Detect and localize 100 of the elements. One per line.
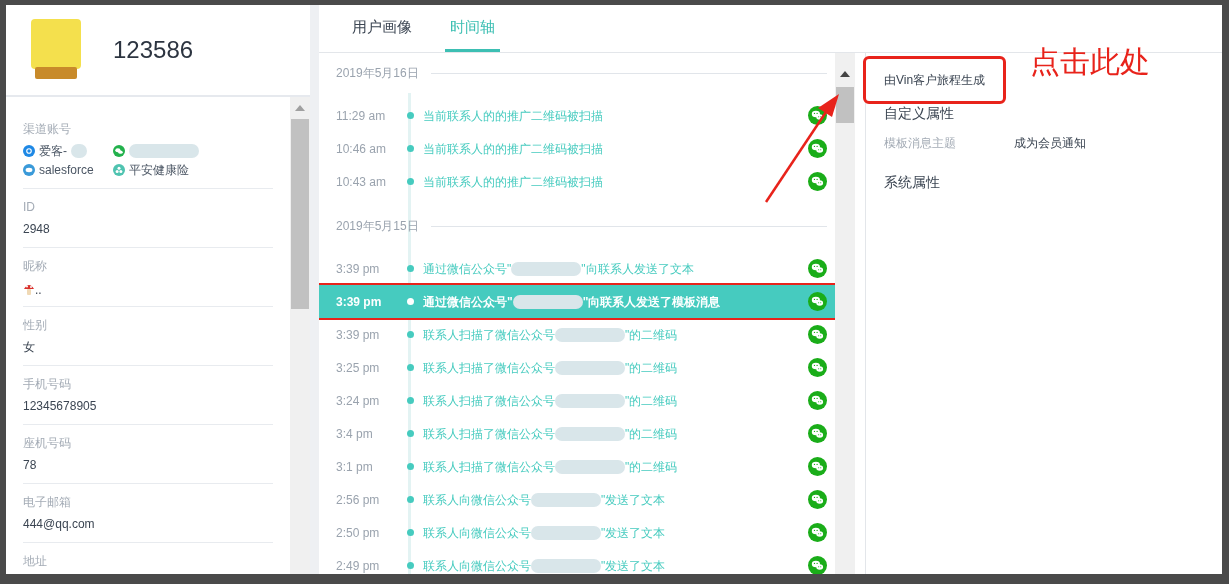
redaction-blur bbox=[531, 492, 601, 507]
event-time: 3:1 pm bbox=[336, 458, 374, 476]
channel-name: salesforce bbox=[39, 162, 94, 179]
chat-bubbles-icon bbox=[808, 292, 827, 311]
date-heading: 2019年5月16日 bbox=[336, 65, 419, 82]
event-text: 当前联系人的的推广二维码被扫描 bbox=[423, 107, 603, 125]
field-label: ID bbox=[23, 199, 36, 215]
redaction-blur bbox=[511, 261, 582, 276]
chat-bubbles-icon bbox=[113, 145, 125, 157]
timeline-event[interactable]: 2:49 pm 联系人向微信公众号 "发送了文本 bbox=[319, 549, 835, 574]
event-time: 2:50 pm bbox=[336, 524, 381, 542]
annotation-text: 点击此处 bbox=[1030, 44, 1150, 80]
channel-name: 爱客- bbox=[39, 143, 67, 160]
tab[interactable]: 时间轴 bbox=[445, 5, 500, 52]
field-value: 2948 bbox=[23, 221, 51, 237]
event-time: 3:39 pm bbox=[336, 260, 381, 278]
event-text: 通过微信公众号" bbox=[423, 293, 513, 311]
chat-icon bbox=[23, 164, 35, 176]
tab[interactable]: 用户画像 bbox=[347, 5, 417, 52]
chat-bubbles-icon bbox=[808, 490, 827, 509]
field-label: 昵称 bbox=[23, 258, 48, 274]
event-time: 3:39 pm bbox=[336, 326, 381, 344]
redaction-blur bbox=[555, 459, 625, 474]
event-text: "的二维码 bbox=[625, 359, 678, 377]
scrollbar-thumb[interactable] bbox=[291, 119, 309, 309]
event-text: 联系人向微信公众号 bbox=[423, 557, 531, 574]
event-time: 2:56 pm bbox=[336, 491, 381, 509]
timeline-event[interactable]: 3:39 pm 通过微信公众号" "向联系人发送了文本 bbox=[319, 252, 835, 285]
timeline-event[interactable]: 3:39 pm 通过微信公众号" "向联系人发送了模板消息 bbox=[319, 285, 835, 318]
event-text: 联系人扫描了微信公众号 bbox=[423, 458, 555, 476]
event-text: 联系人扫描了微信公众号 bbox=[423, 425, 555, 443]
timeline-event[interactable]: 2:50 pm 联系人向微信公众号 "发送了文本 bbox=[319, 516, 835, 549]
event-time: 3:24 pm bbox=[336, 392, 381, 410]
event-text: 联系人扫描了微信公众号 bbox=[423, 392, 555, 410]
timeline-event[interactable]: 3:1 pm 联系人扫描了微信公众号 "的二维码 bbox=[319, 450, 835, 483]
chat-bubbles-icon bbox=[808, 172, 827, 191]
chat-bubbles-icon bbox=[808, 424, 827, 443]
source-label: 由Vin客户旅程生成 bbox=[866, 59, 1004, 101]
event-text: "的二维码 bbox=[625, 326, 678, 344]
event-text: 联系人向微信公众号 bbox=[423, 491, 531, 509]
redaction-blur bbox=[531, 525, 601, 540]
event-text: 当前联系人的的推广二维码被扫描 bbox=[423, 173, 603, 191]
chat-bubbles-icon bbox=[808, 523, 827, 542]
redaction-blur bbox=[512, 294, 583, 309]
scrollbar[interactable] bbox=[290, 97, 310, 574]
chat-bubbles-icon bbox=[808, 325, 827, 344]
attribute-label: 模板消息主题 bbox=[884, 135, 957, 152]
redaction-blur bbox=[71, 144, 87, 158]
field-value: 女 bbox=[23, 339, 36, 355]
event-time: 10:46 am bbox=[336, 140, 388, 158]
event-time: 11:29 am bbox=[336, 107, 387, 125]
flower-icon bbox=[113, 164, 125, 176]
event-time: 3:39 pm bbox=[336, 293, 383, 311]
redaction-blur bbox=[555, 360, 625, 375]
field-label: 手机号码 bbox=[23, 376, 72, 392]
event-text: 当前联系人的的推广二维码被扫描 bbox=[423, 140, 603, 158]
event-time: 2:49 pm bbox=[336, 557, 381, 574]
event-text: 通过微信公众号" bbox=[423, 260, 512, 278]
field-label: 地址 bbox=[23, 553, 48, 569]
field-label: 座机号码 bbox=[23, 435, 72, 451]
chat-bubbles-icon bbox=[808, 358, 827, 377]
timeline-event[interactable]: 3:39 pm 联系人扫描了微信公众号 "的二维码 bbox=[319, 318, 835, 351]
mushroom-icon bbox=[23, 283, 35, 296]
section-title: 系统属性 bbox=[884, 173, 941, 192]
timeline-event[interactable]: 2:56 pm 联系人向微信公众号 "发送了文本 bbox=[319, 483, 835, 516]
scroll-up-icon[interactable] bbox=[840, 71, 850, 77]
event-text: "发送了文本 bbox=[601, 491, 666, 509]
redaction-blur bbox=[555, 393, 625, 408]
timeline-event[interactable]: 3:25 pm 联系人扫描了微信公众号 "的二维码 bbox=[319, 351, 835, 384]
field-label: 渠道账号 bbox=[23, 121, 72, 137]
channel-name: 平安健康险 bbox=[129, 162, 189, 179]
event-text: "的二维码 bbox=[625, 425, 678, 443]
field-value: 444@qq.com bbox=[23, 516, 96, 532]
redaction-blur bbox=[555, 327, 625, 342]
chat-bubbles-icon bbox=[808, 457, 827, 476]
timeline-event[interactable]: 3:24 pm 联系人扫描了微信公众号 "的二维码 bbox=[319, 384, 835, 417]
scrollbar[interactable] bbox=[835, 53, 855, 574]
field-label: 电子邮箱 bbox=[23, 494, 72, 510]
field-label: 性别 bbox=[23, 317, 48, 333]
attribute-value: 成为会员通知 bbox=[1014, 135, 1086, 152]
event-text: "发送了文本 bbox=[601, 557, 666, 574]
redaction-blur bbox=[555, 426, 625, 441]
chat-bubbles-icon bbox=[808, 259, 827, 278]
timeline-event[interactable]: 10:43 am 当前联系人的的推广二维码被扫描 bbox=[319, 165, 835, 198]
event-text: 联系人扫描了微信公众号 bbox=[423, 326, 555, 344]
timeline-event[interactable]: 3:4 pm 联系人扫描了微信公众号 "的二维码 bbox=[319, 417, 835, 450]
event-text: 联系人扫描了微信公众号 bbox=[423, 359, 555, 377]
timeline-event[interactable]: 10:46 am 当前联系人的的推广二维码被扫描 bbox=[319, 132, 835, 165]
redaction-blur bbox=[129, 144, 199, 158]
section-title: 自定义属性 bbox=[884, 104, 955, 123]
event-time: 3:25 pm bbox=[336, 359, 381, 377]
field-value: .. bbox=[35, 284, 42, 296]
scrollbar-thumb[interactable] bbox=[836, 87, 854, 123]
chat-bubbles-icon bbox=[808, 391, 827, 410]
contact-name: 123586 bbox=[113, 35, 194, 65]
event-time: 10:43 am bbox=[336, 173, 388, 191]
circle-logo-icon bbox=[23, 145, 35, 157]
date-heading: 2019年5月15日 bbox=[336, 218, 419, 235]
chat-bubbles-icon bbox=[808, 139, 827, 158]
event-text: 联系人向微信公众号 bbox=[423, 524, 531, 542]
